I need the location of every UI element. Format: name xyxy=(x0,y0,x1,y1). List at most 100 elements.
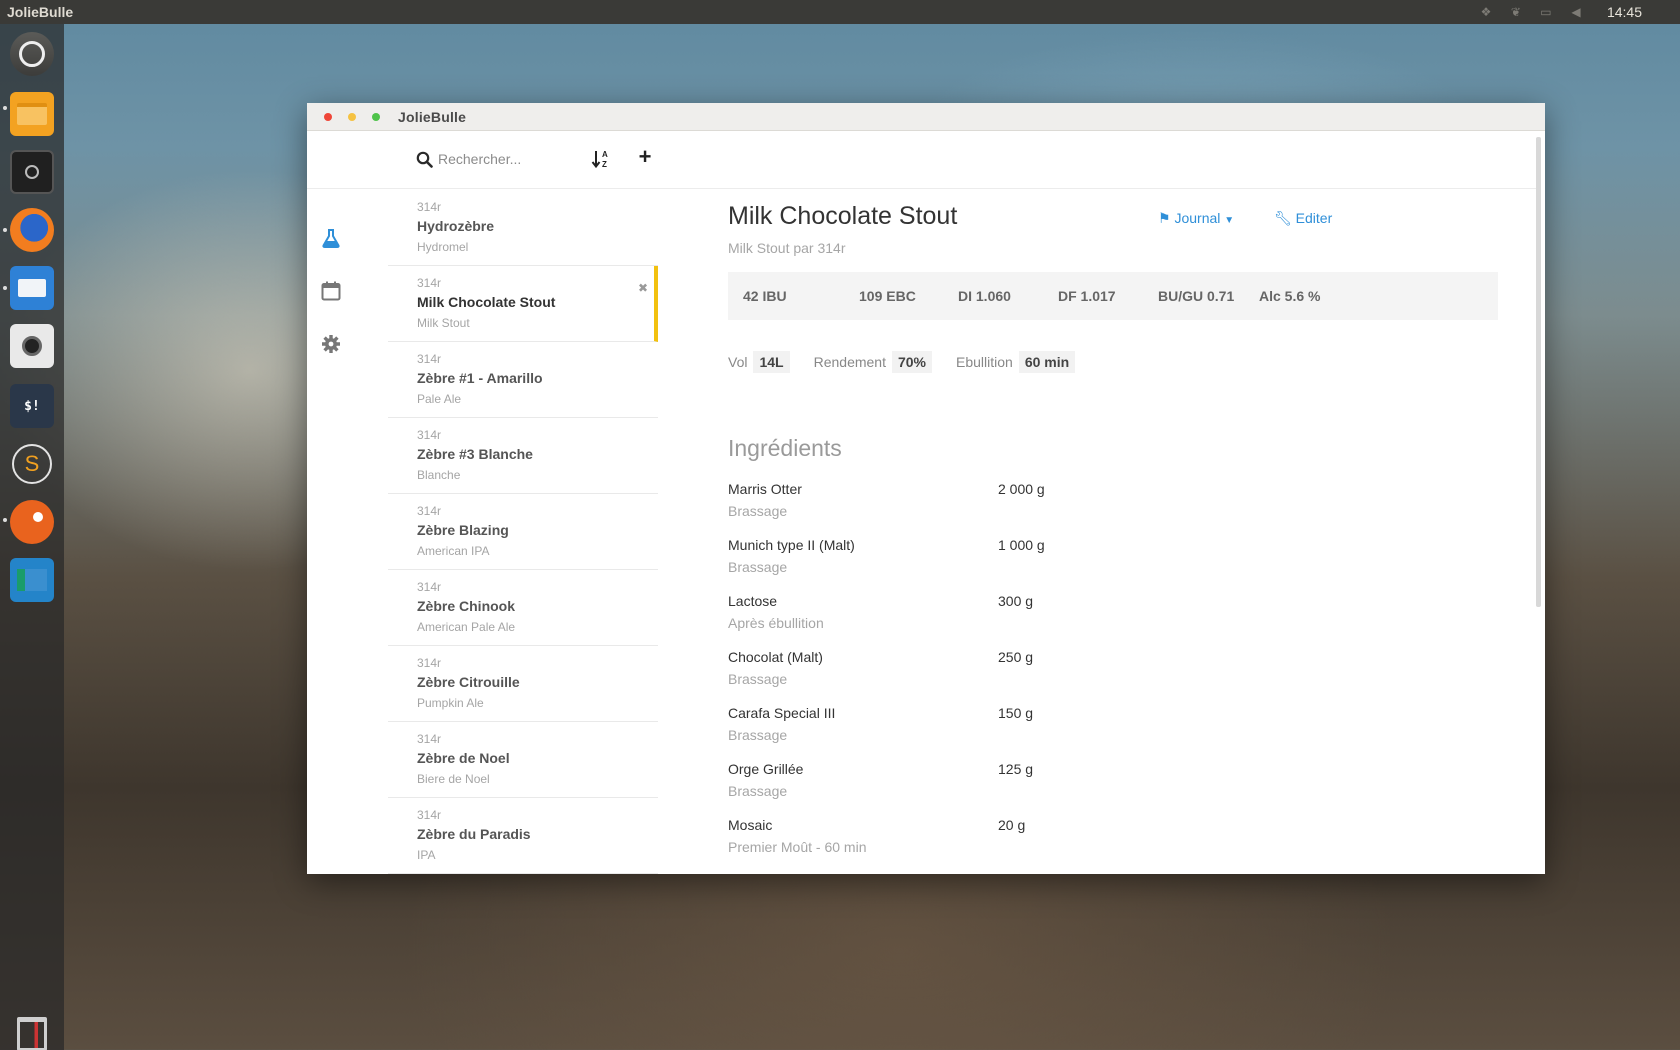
recipe-name: Zèbre #1 - Amarillo xyxy=(417,370,543,386)
clock[interactable]: 14:45 xyxy=(1607,4,1642,20)
recipe-author: 314r xyxy=(417,656,442,670)
alc-stat: Alc 5.6 % xyxy=(1259,288,1321,304)
files-icon[interactable] xyxy=(10,92,54,136)
recipe-item[interactable]: 314r Zèbre du Paradis IPA xyxy=(388,798,658,874)
firefox-icon[interactable] xyxy=(10,208,54,252)
ingredient-row: Chocolat (Malt) Brassage 250 g xyxy=(728,649,1498,705)
toolbar: A Z + xyxy=(307,131,1537,189)
recipe-style: Pumpkin Ale xyxy=(417,696,484,710)
recipe-name: Zèbre Citrouille xyxy=(417,674,520,690)
recipe-item[interactable]: 314r Hydrozèbre Hydromel xyxy=(388,190,658,266)
window-titlebar[interactable]: JolieBulle xyxy=(307,103,1545,131)
recipe-detail: Milk Chocolate Stout Milk Stout par 314r… xyxy=(728,190,1498,873)
recipe-name: Zèbre de Noel xyxy=(417,750,510,766)
bugu-stat: BU/GU 0.71 xyxy=(1158,288,1235,304)
volume-value: 14L xyxy=(753,351,790,373)
recipes-flask-icon[interactable] xyxy=(320,227,342,249)
recipe-style: Biere de Noel xyxy=(417,772,490,786)
recipe-author: 314r xyxy=(417,200,442,214)
edit-button[interactable]: 🔧︎ Editer xyxy=(1274,210,1332,227)
remove-recipe-button[interactable]: ✖ xyxy=(638,281,648,295)
ingredient-qty: 2 000 g xyxy=(998,481,1045,497)
window-close-button[interactable] xyxy=(324,112,332,121)
recipe-style: Hydromel xyxy=(417,240,469,254)
window-minimize-button[interactable] xyxy=(348,112,356,121)
sort-button[interactable]: A Z xyxy=(590,148,612,170)
recipe-item[interactable]: 314r Zèbre #3 Blanche Blanche xyxy=(388,418,658,494)
recipe-item[interactable]: 314r Zèbre Citrouille Pumpkin Ale xyxy=(388,646,658,722)
calendar-icon[interactable] xyxy=(320,280,342,302)
active-app-title: JolieBulle xyxy=(7,4,74,20)
ingredient-step: Après ébullition xyxy=(728,615,824,631)
yield-value: 70% xyxy=(891,351,933,373)
recipe-name: Zèbre Blazing xyxy=(417,522,509,538)
orange-app-icon[interactable] xyxy=(10,500,54,544)
recipe-name: Milk Chocolate Stout xyxy=(417,294,556,310)
window-maximize-button[interactable] xyxy=(372,112,380,121)
ingredients-title: Ingrédients xyxy=(728,435,842,461)
recipe-author: 314r xyxy=(417,808,442,822)
recipe-name: Hydrozèbre xyxy=(417,218,495,234)
ingredient-step: Brassage xyxy=(728,503,788,519)
trash-icon[interactable] xyxy=(10,1012,54,1050)
ubuntu-dash-icon[interactable] xyxy=(10,32,54,76)
ingredient-row: Mosaic Premier Moût - 60 min 20 g xyxy=(728,817,1498,873)
mail-icon[interactable] xyxy=(10,266,54,310)
recipe-name: Zèbre Chinook xyxy=(417,598,516,614)
running-indicator xyxy=(3,106,7,110)
ingredient-name: Mosaic xyxy=(728,817,773,833)
recipe-item-selected[interactable]: 314r Milk Chocolate Stout Milk Stout ✖ xyxy=(388,266,658,342)
keepass-icon[interactable] xyxy=(10,150,54,194)
recipe-item[interactable]: 314r Zèbre #1 - Amarillo Pale Ale xyxy=(388,342,658,418)
recipe-author: 314r xyxy=(417,352,442,366)
running-indicator xyxy=(3,228,7,232)
stats-bar: 42 IBU 109 EBC DI 1.060 DF 1.017 BU/GU 0… xyxy=(728,272,1498,320)
edit-label: Editer xyxy=(1295,210,1333,226)
boil-param: Ebullition 60 min xyxy=(956,351,1076,373)
recipe-item[interactable]: 314r Zèbre Chinook American Pale Ale xyxy=(388,570,658,646)
svg-text:A: A xyxy=(602,150,608,159)
sublime-text-icon[interactable]: S xyxy=(10,442,54,486)
recipe-style: Blanche xyxy=(417,468,461,482)
ingredient-name: Carafa Special III xyxy=(728,705,836,721)
brew-params: Vol 14L Rendement 70% Ebullition 60 min xyxy=(728,351,1498,373)
flag-icon: ⚑ xyxy=(1158,210,1171,226)
ingredient-row: Carafa Special III Brassage 150 g xyxy=(728,705,1498,761)
search-input[interactable] xyxy=(438,147,578,171)
volume-label: Vol xyxy=(728,354,748,370)
window-title: JolieBulle xyxy=(398,108,467,125)
ingredient-step: Brassage xyxy=(728,783,788,799)
ingredient-row: Munich type II (Malt) Brassage 1 000 g xyxy=(728,537,1498,593)
sort-az-icon: A Z xyxy=(591,150,608,169)
ingredient-qty: 1 000 g xyxy=(998,537,1045,553)
blue-app-icon[interactable] xyxy=(10,558,54,602)
terminal-icon[interactable]: $! xyxy=(10,384,54,428)
add-recipe-button[interactable]: + xyxy=(634,145,656,171)
recipe-item[interactable]: 314r Zèbre de Noel Biere de Noel xyxy=(388,722,658,798)
recipe-title: Milk Chocolate Stout xyxy=(728,202,958,230)
ingredient-qty: 300 g xyxy=(998,593,1034,609)
ingredient-row: Marris Otter Brassage 2 000 g xyxy=(728,481,1498,537)
running-indicator xyxy=(3,286,7,290)
recipe-style: American IPA xyxy=(417,544,490,558)
ingredient-step: Premier Moût - 60 min xyxy=(728,839,867,855)
boil-value: 60 min xyxy=(1018,351,1076,373)
recipe-item[interactable]: 314r Zèbre Blazing American IPA xyxy=(388,494,658,570)
journal-label: Journal xyxy=(1174,210,1221,226)
recipe-name: Zèbre du Paradis xyxy=(417,826,531,842)
ingredient-qty: 20 g xyxy=(998,817,1026,833)
journal-button[interactable]: ⚑ Journal ▼ xyxy=(1158,210,1234,227)
camera-icon[interactable] xyxy=(10,324,54,368)
dropbox-icon[interactable]: ❖ xyxy=(1479,5,1493,19)
boil-label: Ebullition xyxy=(956,354,1013,370)
ingredient-qty: 250 g xyxy=(998,649,1034,665)
recipe-author: 314r xyxy=(417,504,442,518)
content-scrollbar[interactable] xyxy=(1536,137,1541,607)
leaf-icon[interactable]: ❦ xyxy=(1509,5,1523,19)
settings-gear-icon[interactable] xyxy=(320,333,342,355)
yield-param: Rendement 70% xyxy=(814,351,933,373)
chat-icon[interactable]: ▭ xyxy=(1539,5,1553,19)
volume-icon[interactable]: ◀ xyxy=(1569,5,1583,19)
recipe-style: Milk Stout xyxy=(417,316,470,330)
ingredient-qty: 150 g xyxy=(998,705,1034,721)
